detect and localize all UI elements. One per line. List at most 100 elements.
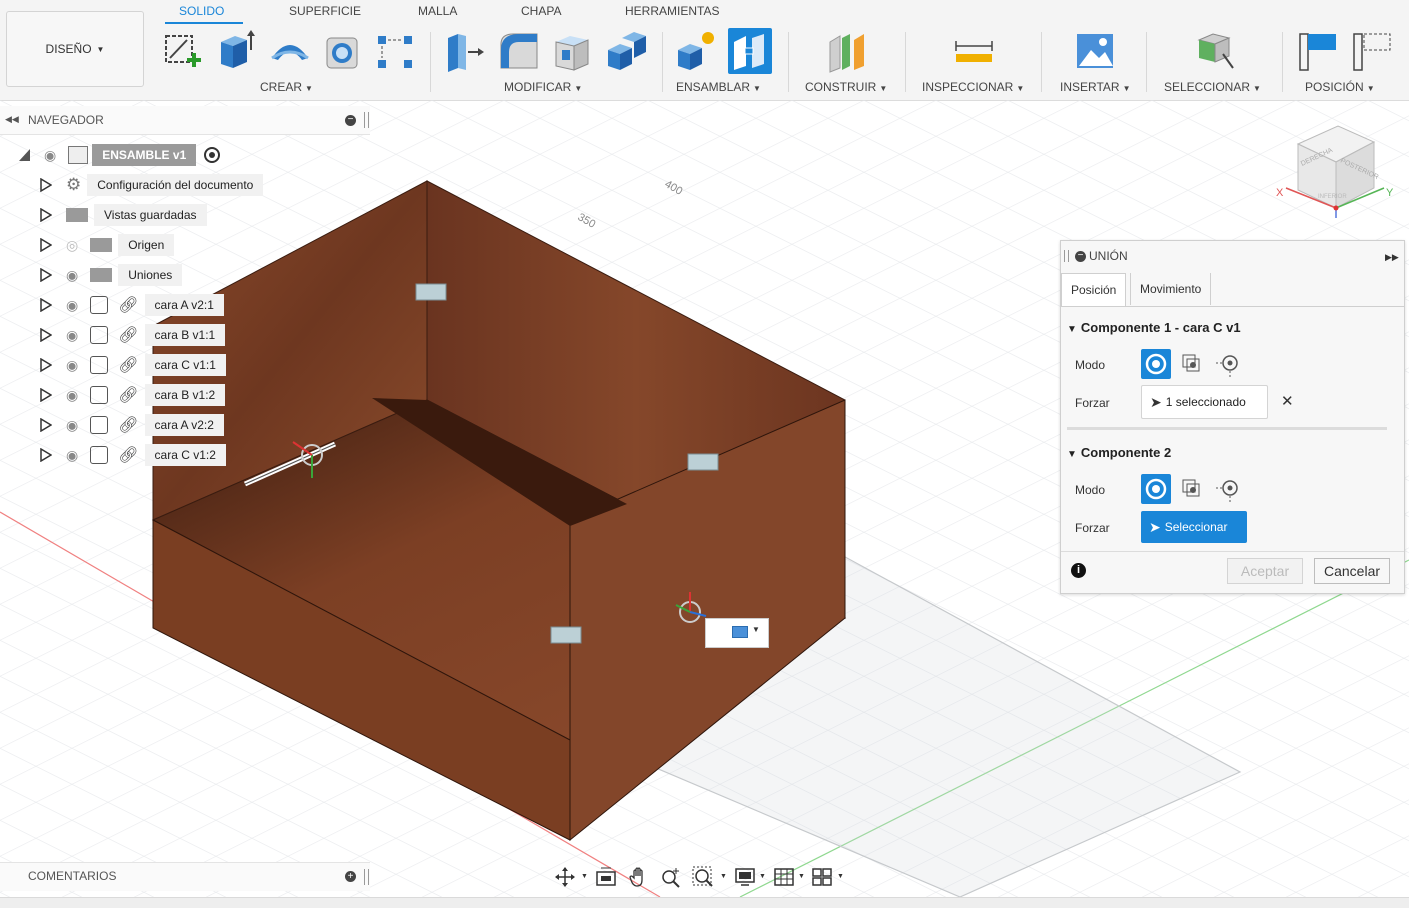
pan-button[interactable] (628, 866, 650, 888)
tree-root-row[interactable]: ◉ ENSAMBLE v1 (18, 143, 221, 167)
extrude-button[interactable] (213, 28, 257, 74)
tab-motion[interactable]: Movimiento (1130, 273, 1212, 305)
tab-superficie[interactable]: SUPERFICIE (289, 4, 361, 18)
tree-item-component[interactable]: ◉ 🔗︎ cara B v1:2 (40, 383, 226, 407)
pattern-button[interactable] (374, 28, 418, 74)
revolve-button[interactable] (268, 28, 312, 74)
construction-plane-button[interactable] (826, 28, 870, 74)
accept-button[interactable]: Aceptar (1227, 558, 1303, 584)
measure-button[interactable] (952, 28, 996, 74)
capture-position-button[interactable] (1296, 28, 1340, 74)
zoom-button[interactable] (660, 866, 682, 888)
expand-triangle-icon[interactable] (40, 388, 52, 402)
tree-item-component[interactable]: ◉ 🔗︎ cara A v2:2 (40, 413, 224, 437)
mode-simple-button[interactable] (1141, 474, 1171, 504)
tab-chapa[interactable]: CHAPA (521, 4, 561, 18)
grid-settings-button[interactable] (773, 866, 795, 888)
joint-context-toolbar[interactable]: ▼ (705, 618, 769, 648)
expand-triangle-icon[interactable] (40, 268, 52, 282)
expand-triangle-icon[interactable] (40, 418, 52, 432)
component2-section-header[interactable]: ▼ Componente 2 (1067, 445, 1171, 460)
joint-button[interactable] (728, 28, 772, 74)
tree-item-joints[interactable]: ◉ Uniones (40, 263, 183, 287)
expand-triangle-icon[interactable] (40, 298, 52, 312)
look-at-button[interactable] (595, 866, 617, 888)
panel-grip-icon[interactable] (364, 869, 369, 885)
tree-item-document-settings[interactable]: ⚙ Configuración del documento (40, 173, 264, 197)
press-pull-button[interactable] (442, 28, 486, 74)
eye-icon[interactable]: ◉ (66, 357, 78, 374)
combine-button[interactable] (604, 28, 648, 74)
expand-triangle-icon[interactable] (40, 208, 52, 222)
component2-select-button[interactable]: ➤ Seleccionar (1141, 511, 1247, 543)
eye-icon[interactable]: ◉ (66, 417, 78, 434)
insertar-menu[interactable]: INSERTAR ▼ (1060, 80, 1131, 94)
component1-selection-field[interactable]: ➤ 1 seleccionado (1141, 385, 1268, 419)
mode-two-edge-intersection-button[interactable] (1213, 349, 1243, 379)
viewports-button[interactable] (811, 866, 833, 888)
activate-radio-icon[interactable] (204, 147, 221, 163)
shell-button[interactable] (550, 28, 594, 74)
tab-herramientas[interactable]: HERRAMIENTAS (625, 4, 719, 18)
mode-between-two-faces-button[interactable] (1177, 349, 1207, 379)
modificar-menu[interactable]: MODIFICAR ▼ (504, 80, 582, 94)
tab-solido[interactable]: SOLIDO (179, 4, 224, 18)
eye-icon[interactable]: ◉ (66, 297, 78, 314)
fit-button[interactable] (692, 866, 714, 888)
crear-menu[interactable]: CREAR ▼ (260, 80, 313, 94)
joint-marker[interactable] (687, 453, 719, 471)
display-settings-button[interactable] (734, 866, 756, 888)
collapse-triangle-icon[interactable] (18, 148, 32, 162)
joint-marker[interactable] (550, 626, 582, 644)
expand-triangle-icon[interactable] (40, 448, 52, 462)
insert-image-button[interactable] (1073, 28, 1117, 74)
viewcube[interactable]: DERECHA POSTERIOR INFERIOR X Y (1274, 122, 1398, 222)
tab-position[interactable]: Posición (1061, 273, 1127, 306)
inspeccionar-menu[interactable]: INSPECCIONAR ▼ (922, 80, 1024, 94)
tree-item-component[interactable]: ◉ 🔗︎ cara C v1:2 (40, 443, 226, 467)
panel-grip-icon[interactable] (1064, 250, 1069, 262)
fillet-button[interactable] (497, 28, 541, 74)
tab-malla[interactable]: MALLA (418, 4, 457, 18)
mode-simple-button[interactable] (1141, 349, 1171, 379)
design-workspace-button[interactable]: DISEÑO ▼ (6, 11, 144, 87)
hole-button[interactable] (321, 28, 365, 74)
tree-item-component[interactable]: ◉ 🔗︎ cara C v1:1 (40, 353, 226, 377)
eye-icon[interactable]: ◉ (66, 387, 78, 404)
mode-between-two-faces-button[interactable] (1177, 474, 1207, 504)
eye-hidden-icon[interactable]: ◎ (66, 237, 78, 254)
new-component-button[interactable] (674, 28, 718, 74)
seleccionar-menu[interactable]: SELECCIONAR ▼ (1164, 80, 1261, 94)
joint-marker[interactable] (415, 283, 447, 301)
chevron-down-icon[interactable]: ▼ (759, 873, 766, 880)
chevron-down-icon[interactable]: ▼ (581, 873, 588, 880)
panel-grip-icon[interactable] (364, 112, 369, 128)
posicion-menu[interactable]: POSICIÓN ▼ (1305, 80, 1375, 94)
construir-menu[interactable]: CONSTRUIR ▼ (805, 80, 887, 94)
plus-circle-icon[interactable]: + (345, 871, 356, 882)
revert-position-button[interactable] (1350, 28, 1394, 74)
collapse-left-icon[interactable]: ◀◀ (5, 114, 19, 125)
expand-triangle-icon[interactable] (40, 358, 52, 372)
ensamblar-menu[interactable]: ENSAMBLAR ▼ (676, 80, 761, 94)
orbit-button[interactable] (554, 866, 576, 888)
expand-right-icon[interactable]: ▶▶ (1385, 252, 1399, 263)
expand-triangle-icon[interactable] (40, 178, 52, 192)
chevron-down-icon[interactable]: ▼ (837, 873, 844, 880)
mode-two-edge-intersection-button[interactable] (1213, 474, 1243, 504)
minus-circle-icon[interactable]: − (1075, 251, 1086, 262)
cancel-button[interactable]: Cancelar (1314, 558, 1390, 584)
eye-icon[interactable]: ◉ (66, 447, 78, 464)
expand-triangle-icon[interactable] (40, 328, 52, 342)
info-icon[interactable]: i (1071, 563, 1086, 578)
tree-item-origin[interactable]: ◎ Origen (40, 233, 175, 257)
tree-item-component[interactable]: ◉ 🔗︎ cara B v1:1 (40, 323, 226, 347)
expand-triangle-icon[interactable] (40, 238, 52, 252)
select-button[interactable] (1193, 28, 1237, 74)
minus-circle-icon[interactable]: − (345, 115, 356, 126)
clear-selection-icon[interactable]: ✕ (1281, 392, 1294, 410)
component1-section-header[interactable]: ▼ Componente 1 - cara C v1 (1067, 320, 1241, 335)
chevron-down-icon[interactable]: ▼ (798, 873, 805, 880)
create-sketch-button[interactable] (161, 28, 205, 74)
tree-item-saved-views[interactable]: Vistas guardadas (40, 203, 207, 227)
